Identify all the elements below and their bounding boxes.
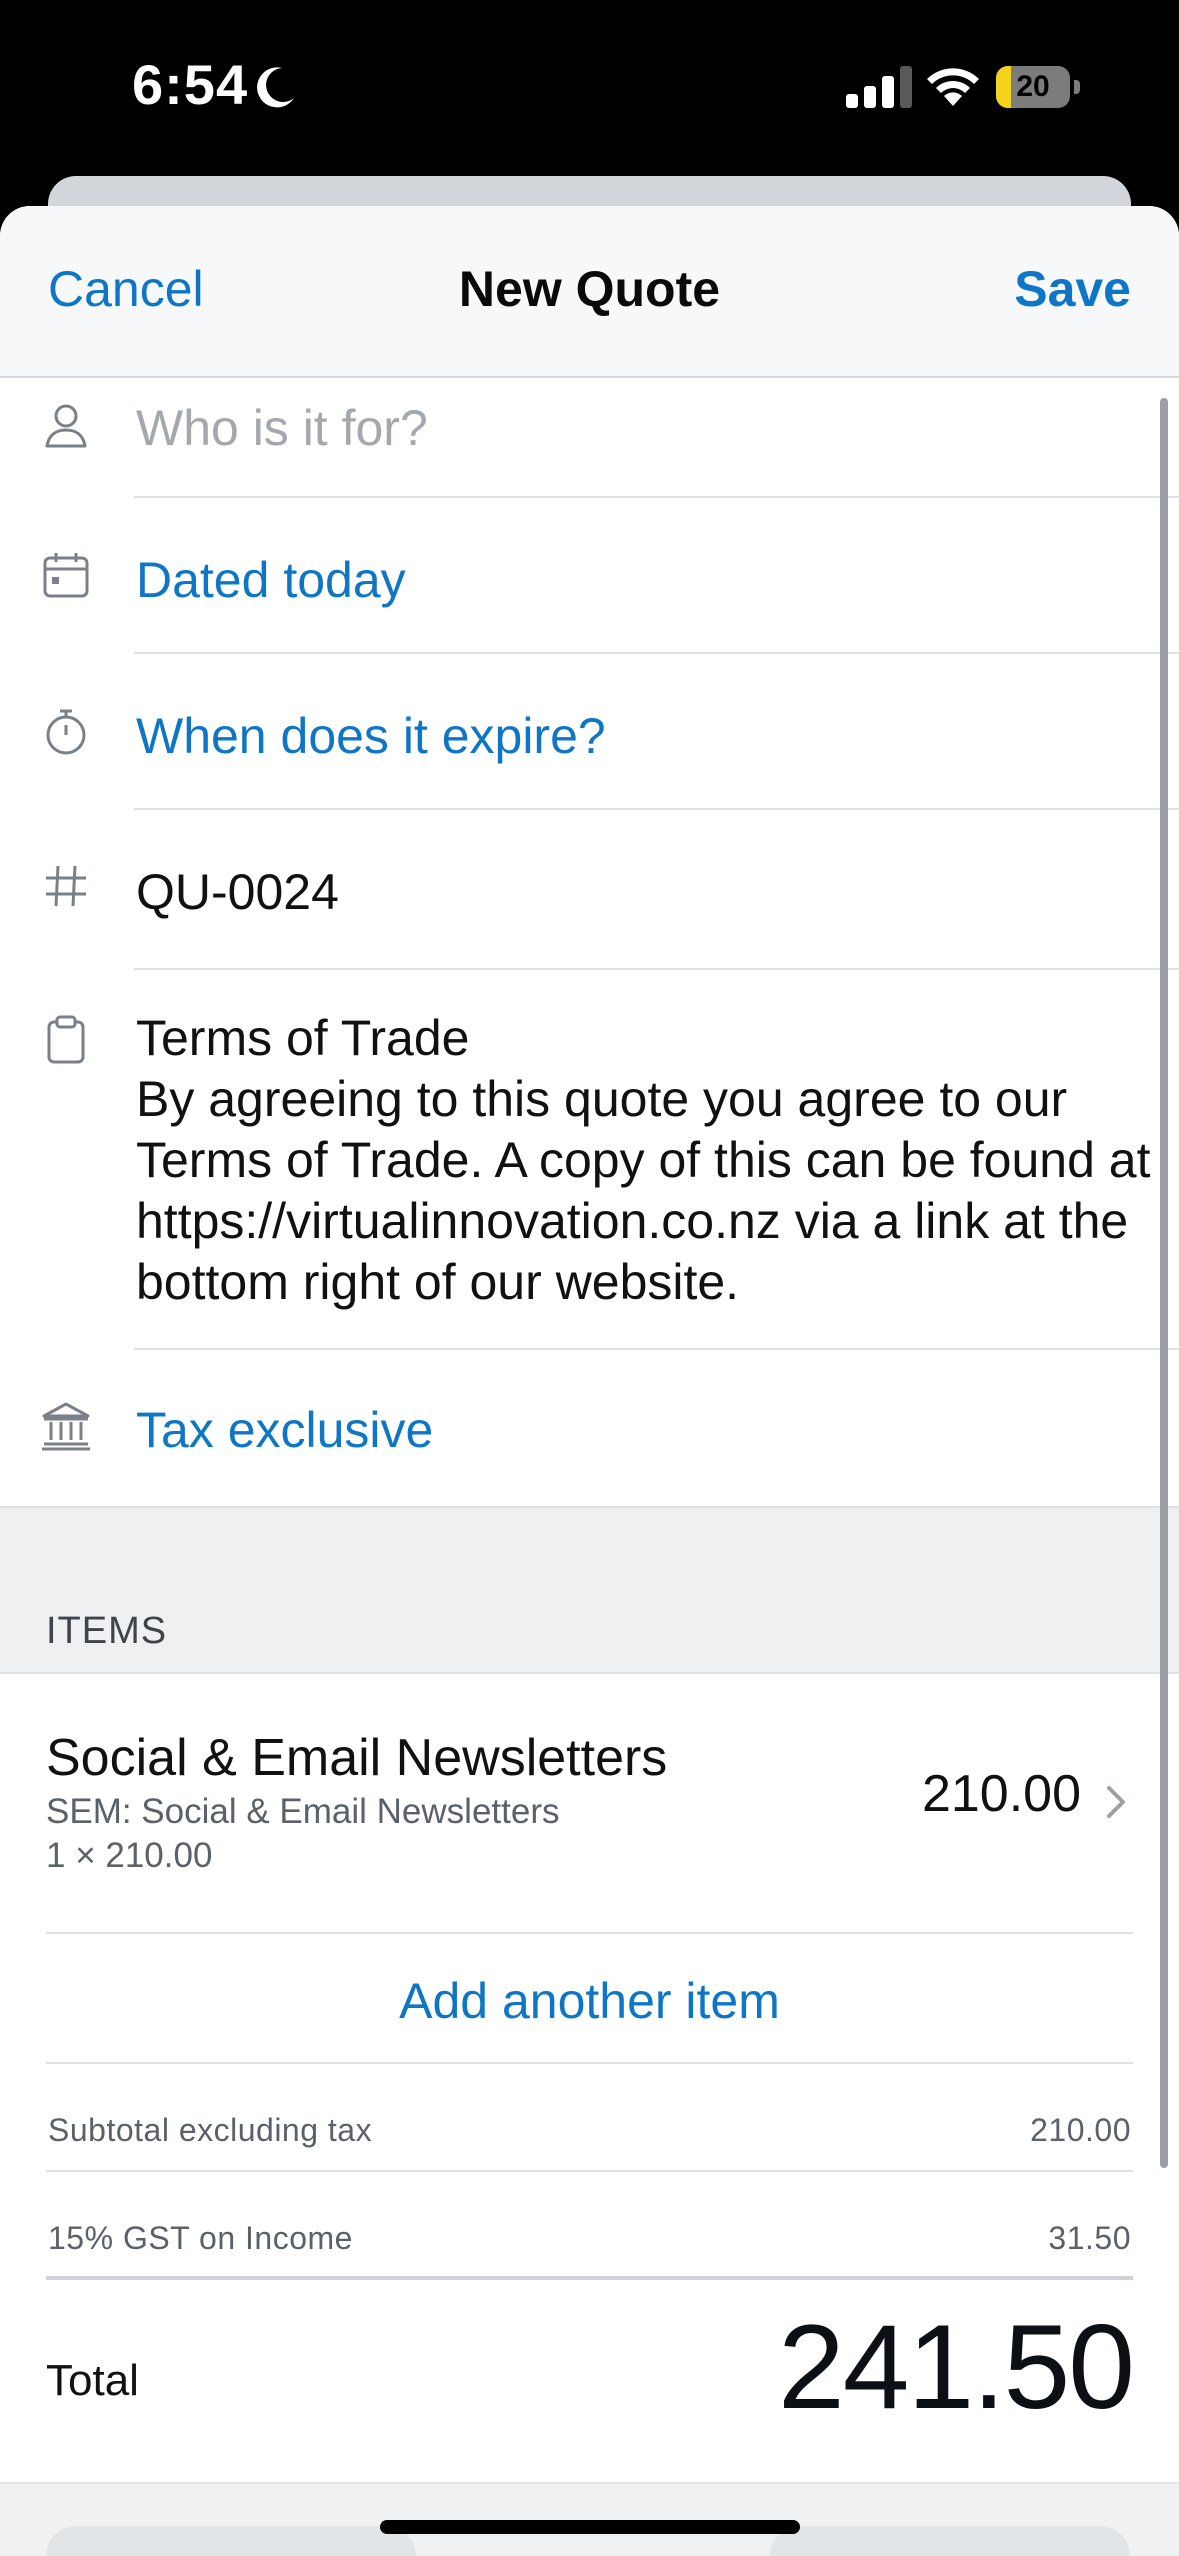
calendar-icon bbox=[43, 553, 89, 598]
terms-title: Terms of Trade bbox=[136, 1010, 470, 1066]
wifi-icon bbox=[927, 68, 979, 106]
chevron-right-icon bbox=[1107, 1786, 1125, 1818]
new-quote-sheet: New Quote Cancel Save Who is it for? Dat… bbox=[0, 206, 1179, 2556]
item-quantity: 1 × 210.00 bbox=[46, 1836, 213, 1875]
divider bbox=[134, 968, 1179, 970]
bottom-left-button[interactable] bbox=[46, 2526, 416, 2556]
moon-icon bbox=[257, 67, 294, 108]
divider bbox=[46, 1932, 1133, 1934]
total-value: 241.50 bbox=[777, 2300, 1135, 2434]
total-label: Total bbox=[46, 2356, 139, 2405]
tax-row[interactable]: Tax exclusive bbox=[0, 1350, 1179, 1506]
item-amount: 210.00 bbox=[921, 1765, 1081, 1823]
tax-setting-field[interactable]: Tax exclusive bbox=[136, 1400, 433, 1460]
bottom-right-button[interactable] bbox=[770, 2526, 1130, 2556]
terms-body: By agreeing to this quote you agree to o… bbox=[136, 1071, 1151, 1310]
items-section-header: ITEMS bbox=[46, 1610, 168, 1652]
divider bbox=[46, 2170, 1133, 2172]
subtotal-label: Subtotal excluding tax bbox=[48, 2112, 373, 2148]
divider bbox=[46, 2062, 1133, 2064]
terms-field[interactable]: Terms of Trade By agreeing to this quote… bbox=[136, 1008, 1156, 1313]
person-icon bbox=[45, 404, 87, 448]
nav-bar: New Quote Cancel Save bbox=[0, 206, 1179, 378]
contact-input[interactable]: Who is it for? bbox=[136, 398, 428, 458]
battery-percent: 20 bbox=[1016, 70, 1050, 103]
scrollbar[interactable] bbox=[1160, 398, 1168, 2168]
quote-number-field[interactable]: QU-0024 bbox=[136, 862, 339, 922]
bank-icon bbox=[42, 1402, 90, 1451]
item-name: Social & Email Newsletters bbox=[46, 1729, 668, 1787]
divider bbox=[46, 2276, 1133, 2280]
quote-number-row[interactable]: QU-0024 bbox=[0, 810, 1179, 966]
tax-label: 15% GST on Income bbox=[48, 2220, 353, 2256]
save-button[interactable]: Save bbox=[1014, 260, 1131, 318]
cellular-signal-icon bbox=[846, 66, 912, 108]
battery-icon: 20 bbox=[996, 66, 1080, 108]
home-indicator[interactable] bbox=[380, 2520, 800, 2534]
contact-row[interactable]: Who is it for? bbox=[0, 378, 1179, 506]
expiry-row[interactable]: When does it expire? bbox=[0, 654, 1179, 810]
status-bar: 6:54 20 bbox=[0, 0, 1179, 175]
tax-value: 31.50 bbox=[1048, 2220, 1131, 2256]
cancel-button[interactable]: Cancel bbox=[48, 260, 204, 318]
add-item-button[interactable]: Add another item bbox=[0, 1972, 1179, 2030]
hash-icon bbox=[46, 865, 86, 907]
clipboard-icon bbox=[47, 1015, 85, 1064]
section-gap bbox=[0, 1506, 1179, 1674]
date-row[interactable]: Dated today bbox=[0, 498, 1179, 654]
item-description: SEM: Social & Email Newsletters bbox=[46, 1792, 560, 1831]
subtotal-value: 210.00 bbox=[1030, 2112, 1131, 2148]
expiry-field[interactable]: When does it expire? bbox=[136, 706, 606, 766]
stopwatch-icon bbox=[46, 709, 86, 755]
status-time: 6:54 bbox=[132, 53, 249, 116]
date-field[interactable]: Dated today bbox=[136, 550, 406, 610]
